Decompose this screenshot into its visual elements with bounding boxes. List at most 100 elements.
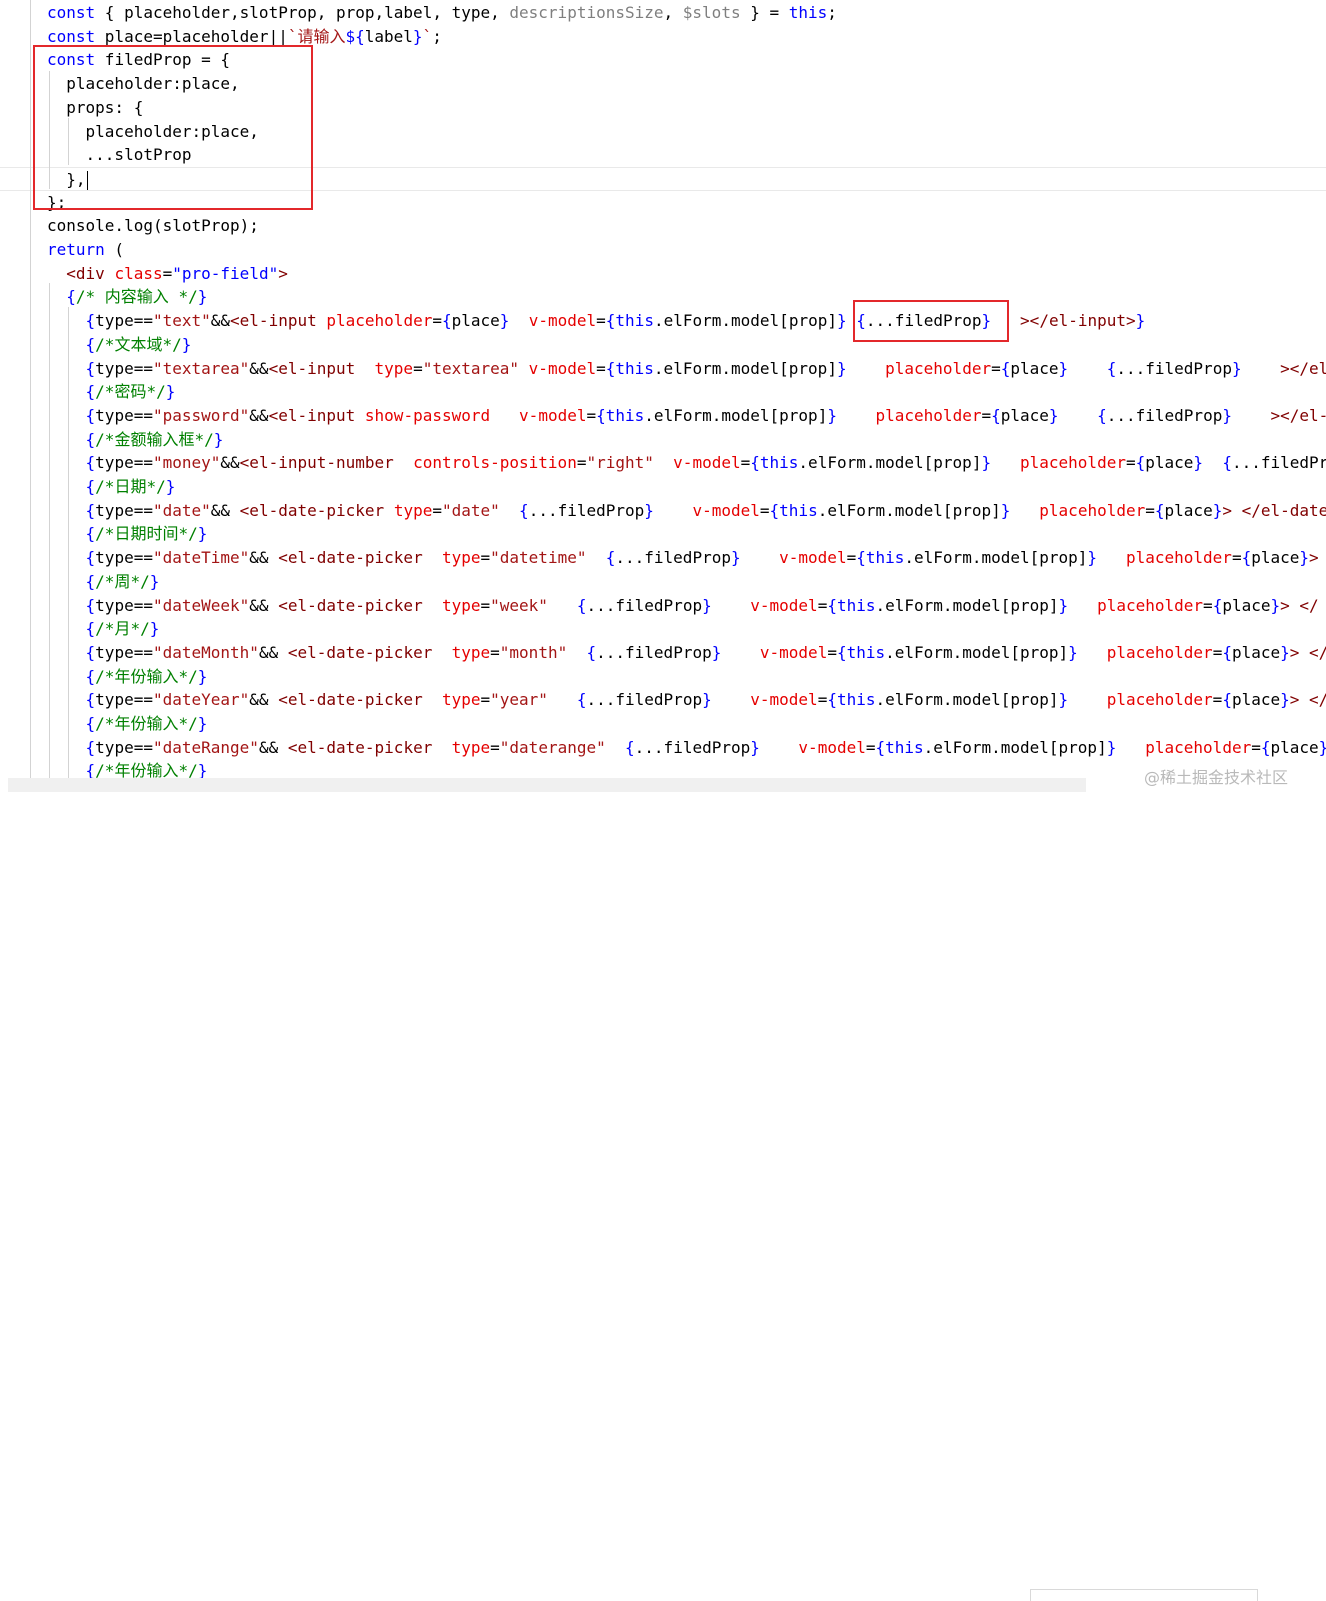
code-token <box>423 690 442 709</box>
code-token: "dateWeek" <box>153 596 249 615</box>
code-token: { <box>86 667 96 686</box>
code-token: } <box>750 738 760 757</box>
code-token: , <box>664 3 683 22</box>
code-line[interactable]: {/*月*/} <box>0 617 159 641</box>
code-token: "week" <box>490 596 548 615</box>
code-token: { <box>1213 596 1223 615</box>
code-line[interactable]: {type=="dateYear"&& <el-date-picker type… <box>0 688 1326 712</box>
code-token: > </ <box>1290 643 1326 662</box>
code-line[interactable]: const { placeholder,slotProp, prop,label… <box>0 1 837 25</box>
code-token: <el-date-picker <box>278 690 423 709</box>
code-token: ...filedProp <box>615 548 731 567</box>
code-token <box>47 596 86 615</box>
code-token <box>47 359 86 378</box>
code-token: { <box>519 501 529 520</box>
code-line[interactable]: {type=="money"&&<el-input-number control… <box>0 451 1326 475</box>
code-token: place=placeholder|| <box>95 27 288 46</box>
code-token: } <box>981 453 991 472</box>
code-token: type== <box>95 643 153 662</box>
code-token: { <box>86 548 96 567</box>
code-line[interactable]: {/*周*/} <box>0 570 159 594</box>
code-token: = <box>1213 690 1223 709</box>
code-token <box>654 501 693 520</box>
code-token: place <box>1001 406 1049 425</box>
code-token: console.log(slotProp); <box>47 216 259 235</box>
code-token: placeholder <box>885 359 991 378</box>
code-token: <el-input <box>230 311 317 330</box>
code-token <box>1068 359 1107 378</box>
code-token: = <box>481 596 491 615</box>
code-line[interactable]: {/*日期时间*/} <box>0 522 207 546</box>
code-token: place <box>1010 359 1058 378</box>
code-token: { <box>586 643 596 662</box>
code-token: /*日期*/ <box>95 477 166 496</box>
code-token: } <box>1193 453 1203 472</box>
code-token: && <box>211 501 240 520</box>
code-token: { <box>606 311 616 330</box>
code-token: /*年份输入*/ <box>95 714 198 733</box>
code-token: { <box>770 501 780 520</box>
code-token: = <box>1232 548 1242 567</box>
code-token <box>47 477 86 496</box>
code-token: .elForm.model[prop] <box>924 738 1107 757</box>
code-token: = <box>1251 738 1261 757</box>
code-line[interactable]: {type=="dateMonth"&& <el-date-picker typ… <box>0 641 1326 665</box>
code-token: "year" <box>490 690 548 709</box>
code-token: ; <box>432 27 442 46</box>
code-token: this <box>615 359 654 378</box>
code-token: place <box>1145 453 1193 472</box>
code-token: } <box>1271 596 1281 615</box>
code-line[interactable]: {/*年份输入*/} <box>0 665 207 689</box>
code-token: placeholder <box>1107 643 1213 662</box>
code-token: = <box>596 359 606 378</box>
code-line[interactable]: console.log(slotProp); <box>0 214 259 238</box>
code-token: { <box>1155 501 1165 520</box>
code-line[interactable]: {/*金额输入框*/} <box>0 428 223 452</box>
code-token: } <box>198 714 208 733</box>
code-editor[interactable]: const { placeholder,slotProp, prop,label… <box>0 0 1326 808</box>
code-token <box>432 738 451 757</box>
code-line[interactable]: {/*文本域*/} <box>0 333 191 357</box>
code-token: && <box>259 643 288 662</box>
code-line[interactable]: {type=="dateWeek"&& <el-date-picker type… <box>0 594 1319 618</box>
code-token: v-model <box>750 690 817 709</box>
code-token: placeholder <box>1039 501 1145 520</box>
code-token: > </ <box>1290 690 1326 709</box>
code-line[interactable]: return ( <box>0 238 124 262</box>
code-line[interactable]: {/*年份输入*/} <box>0 712 207 736</box>
code-token: { <box>606 359 616 378</box>
code-token: } <box>1059 596 1069 615</box>
code-token: } <box>1087 548 1097 567</box>
code-token: } <box>1059 690 1069 709</box>
code-token <box>432 643 451 662</box>
code-line[interactable]: {/* 内容输入 */} <box>0 285 207 309</box>
code-line[interactable]: {type=="dateRange"&& <el-date-picker typ… <box>0 736 1326 760</box>
code-token: <el-date-picker <box>240 501 385 520</box>
code-token: v-model <box>519 406 586 425</box>
code-token: const <box>47 3 95 22</box>
code-line[interactable]: {/*日期*/} <box>0 475 175 499</box>
code-token: } <box>1107 738 1117 757</box>
code-token: = <box>432 501 442 520</box>
code-line[interactable]: {type=="date"&& <el-date-picker type="da… <box>0 499 1326 523</box>
code-token: ...filedProp <box>596 643 712 662</box>
code-token: <el-date-picker <box>278 596 423 615</box>
code-line[interactable]: {type=="password"&&<el-input show-passwo… <box>0 404 1326 428</box>
code-token: "date" <box>442 501 500 520</box>
code-line[interactable]: <div class="pro-field"> <box>0 262 288 286</box>
code-token: { <box>86 714 96 733</box>
code-line[interactable]: {/*密码*/} <box>0 380 175 404</box>
code-token: = <box>1126 453 1136 472</box>
code-line[interactable]: {type=="dateTime"&& <el-date-picker type… <box>0 546 1319 570</box>
status-widget[interactable] <box>1030 1589 1258 1601</box>
status-bar <box>0 792 1326 808</box>
code-token: <el-date-picker <box>288 738 433 757</box>
code-token: && <box>249 548 278 567</box>
code-token: "text" <box>153 311 211 330</box>
code-token: "dateRange" <box>153 738 259 757</box>
code-token: ></el-input> <box>1020 311 1136 330</box>
code-token: && <box>249 406 268 425</box>
horizontal-scrollbar[interactable] <box>8 778 1086 792</box>
code-token: <el-input <box>269 406 356 425</box>
code-line[interactable]: {type=="textarea"&&<el-input type="texta… <box>0 357 1326 381</box>
